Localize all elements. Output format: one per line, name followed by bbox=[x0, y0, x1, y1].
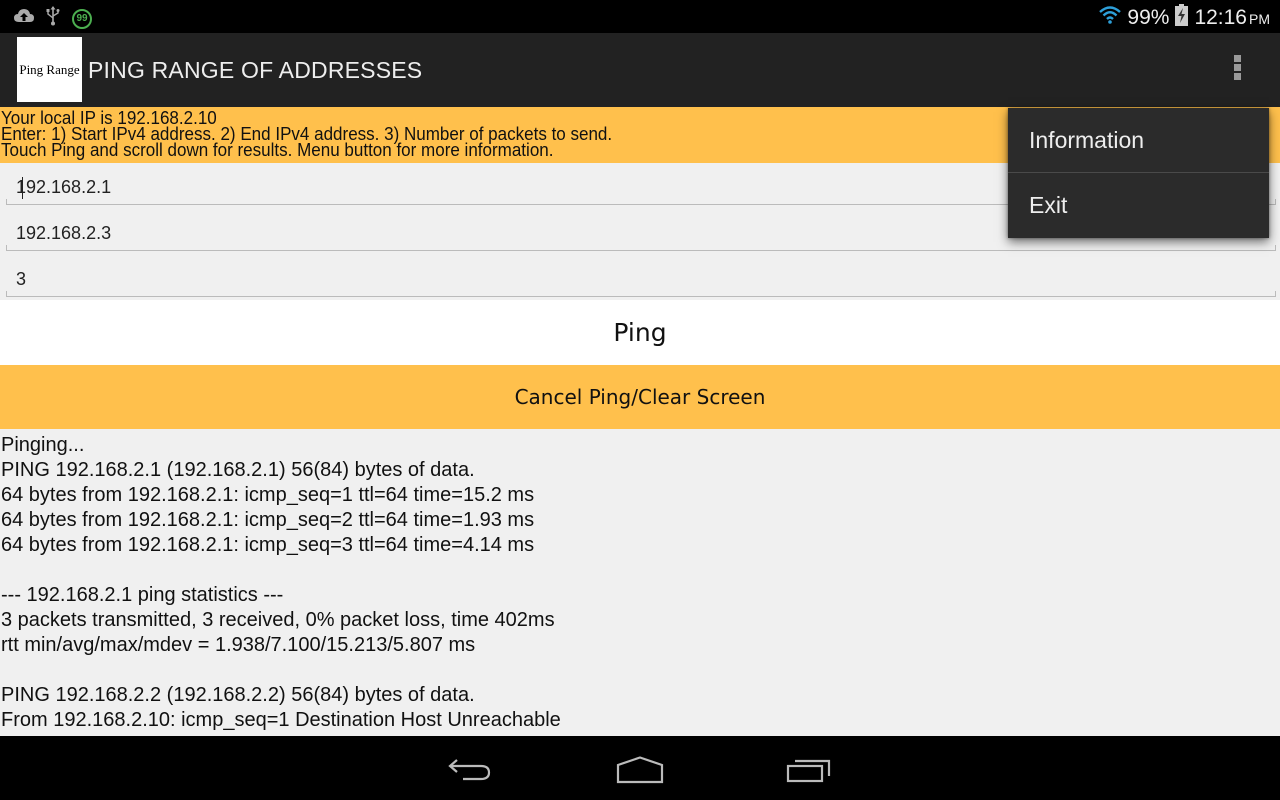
status-left-icons: 99 bbox=[14, 6, 92, 31]
battery-charging-icon bbox=[1175, 4, 1189, 32]
battery-percent: 99% bbox=[1127, 6, 1170, 29]
field-underline bbox=[6, 291, 1276, 297]
menu-item-exit[interactable]: Exit bbox=[1008, 173, 1269, 237]
usb-icon bbox=[46, 6, 60, 31]
back-button[interactable] bbox=[440, 750, 500, 790]
menu-item-information[interactable]: Information bbox=[1008, 108, 1269, 172]
hint-text: Touch Ping and scroll down for results. … bbox=[1, 139, 554, 160]
output-line: From 192.168.2.10: icmp_seq=1 Destinatio… bbox=[1, 709, 561, 731]
output-line: PING 192.168.2.2 (192.168.2.2) 56(84) by… bbox=[1, 684, 475, 706]
recent-apps-icon bbox=[786, 759, 831, 783]
overflow-menu: Information Exit bbox=[1008, 108, 1269, 238]
home-icon bbox=[616, 756, 664, 784]
notification-count-icon: 99 bbox=[72, 8, 92, 29]
more-vert-icon[interactable] bbox=[1226, 55, 1248, 87]
output-line: --- 192.168.2.1 ping statistics --- bbox=[1, 584, 284, 606]
output-line: PING 192.168.2.1 (192.168.2.1) 56(84) by… bbox=[1, 459, 475, 481]
ping-button[interactable]: Ping bbox=[0, 300, 1280, 365]
home-button[interactable] bbox=[610, 750, 670, 790]
text-cursor bbox=[22, 177, 23, 199]
clock: 12:16 PM bbox=[1194, 6, 1270, 30]
dot bbox=[1233, 55, 1241, 62]
wifi-icon bbox=[1099, 6, 1122, 30]
output-line: 64 bytes from 192.168.2.1: icmp_seq=3 tt… bbox=[1, 534, 535, 556]
dot bbox=[1233, 64, 1241, 71]
output-line: 64 bytes from 192.168.2.1: icmp_seq=2 tt… bbox=[1, 509, 535, 531]
system-nav-bar bbox=[0, 736, 1280, 800]
packet-count-field-wrapper bbox=[6, 257, 1276, 297]
clock-time: 12:16 bbox=[1194, 6, 1247, 29]
status-bar: 99 99% 12:16 PM bbox=[0, 0, 1280, 33]
output-line: 3 packets transmitted, 3 received, 0% pa… bbox=[1, 609, 555, 631]
packet-count-input[interactable] bbox=[16, 265, 1256, 293]
field-underline bbox=[6, 245, 1276, 251]
action-bar: Ping Range PING RANGE OF ADDRESSES bbox=[0, 33, 1280, 107]
clock-ampm: PM bbox=[1249, 11, 1270, 27]
back-icon bbox=[448, 759, 491, 781]
app-title: PING RANGE OF ADDRESSES bbox=[88, 57, 423, 83]
status-right-icons: 99% 12:16 PM bbox=[1099, 4, 1270, 32]
output-line: Pinging... bbox=[1, 434, 85, 456]
cloud-upload-icon bbox=[14, 8, 34, 29]
output-line: rtt min/avg/max/mdev = 1.938/7.100/15.21… bbox=[1, 634, 476, 656]
ping-output[interactable]: Pinging... PING 192.168.2.1 (192.168.2.1… bbox=[0, 429, 1280, 736]
recent-apps-button[interactable] bbox=[780, 750, 840, 790]
output-line: 64 bytes from 192.168.2.1: icmp_seq=1 tt… bbox=[1, 484, 535, 506]
cancel-ping-clear-button[interactable]: Cancel Ping/Clear Screen bbox=[0, 365, 1280, 429]
dot bbox=[1233, 73, 1241, 80]
app-logo[interactable]: Ping Range bbox=[17, 37, 82, 102]
